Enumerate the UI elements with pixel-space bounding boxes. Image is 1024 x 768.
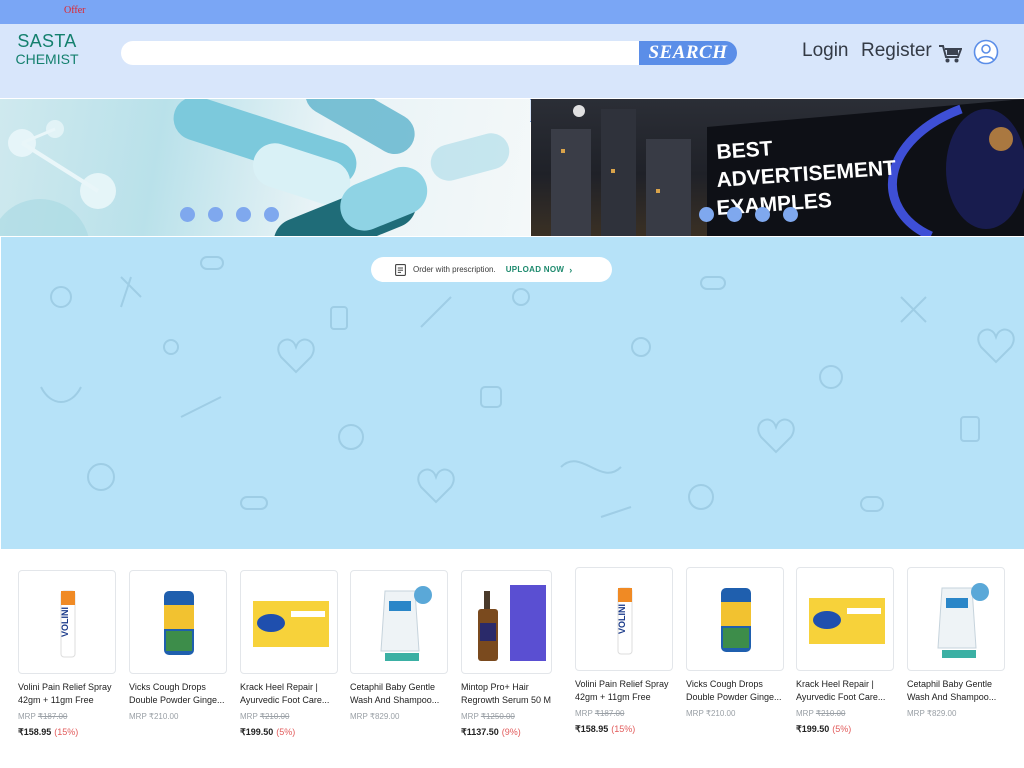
login-link[interactable]: Login [802, 40, 849, 62]
svg-text:VOLINI: VOLINI [60, 607, 70, 637]
product-price: ₹158.95 (15%) [575, 724, 636, 734]
top-offer-bar: Offer [0, 0, 1024, 24]
register-link[interactable]: Register [861, 40, 932, 62]
product-price: ₹1137.50 (9%) [461, 727, 521, 737]
offer-link[interactable]: Offer [64, 5, 85, 16]
product-name: Mintop Pro+ Hair Regrowth Serum 50 M [461, 682, 552, 705]
product-name: Cetaphil Baby Gentle Wash And Shampoo... [350, 682, 440, 705]
search-button[interactable]: SEARCH [639, 41, 737, 65]
carousel-dot[interactable] [208, 207, 223, 222]
product-price: ₹199.50 (5%) [240, 727, 296, 737]
product-name: Volini Pain Relief Spray 42gm + 11gm Fre… [575, 679, 669, 702]
product-mrp: MRP ₹210.00 [129, 712, 179, 721]
product-image-cetaphil [907, 567, 1005, 671]
product-price: ₹158.95 (15%) [18, 727, 79, 737]
carousel-dot[interactable] [727, 207, 742, 222]
product-image-vicks [129, 570, 227, 674]
banner-pills[interactable] [0, 99, 530, 236]
product-image-volini: VOLINI [18, 570, 116, 674]
carousel-dot[interactable] [783, 207, 798, 222]
carousel-dots-right [699, 207, 798, 222]
product-image-mintop [461, 570, 552, 674]
product-mrp: MRP ₹829.00 [350, 712, 400, 721]
carousel-dot[interactable] [236, 207, 251, 222]
carousel-dot[interactable] [264, 207, 279, 222]
svg-text:VOLINI: VOLINI [617, 604, 627, 634]
logo-line-2: CHEMIST [15, 51, 79, 67]
product-mrp: MRP ₹210.00 [240, 712, 290, 721]
search-input[interactable] [121, 41, 641, 65]
product-mrp: MRP ₹1250.00 [461, 712, 515, 721]
product-price: ₹199.50 (5%) [796, 724, 852, 734]
carousel-dot[interactable] [180, 207, 195, 222]
product-mrp: MRP ₹210.00 [796, 709, 846, 718]
product-name: Volini Pain Relief Spray 42gm + 11gm Fre… [18, 682, 112, 705]
carousel-dot[interactable] [755, 207, 770, 222]
product-image-vicks [686, 567, 784, 671]
product-name: Krack Heel Repair | Ayurvedic Foot Care.… [240, 682, 330, 705]
product-name: Vicks Cough Drops Double Powder Ginge... [686, 679, 782, 702]
upload-now-label: UPLOAD NOW [505, 265, 565, 274]
prescription-panel: Order with prescription. UPLOAD NOW › [1, 237, 1024, 549]
document-icon [395, 263, 406, 276]
product-name: Cetaphil Baby Gentle Wash And Shampoo... [907, 679, 997, 702]
product-name: Krack Heel Repair | Ayurvedic Foot Care.… [796, 679, 886, 702]
product-mrp: MRP ₹210.00 [686, 709, 736, 718]
product-mrp: MRP ₹187.00 [18, 712, 68, 721]
prescription-text: Order with prescription. [413, 265, 496, 274]
product-mrp: MRP ₹829.00 [907, 709, 957, 718]
site-logo[interactable]: SASTA CHEMIST [14, 32, 80, 68]
product-image-volini: VOLINI [575, 567, 673, 671]
product-mrp: MRP ₹187.00 [575, 709, 625, 718]
chevron-right-icon: › [569, 264, 573, 275]
logo-line-1: SASTA [17, 31, 77, 51]
upload-prescription-button[interactable]: Order with prescription. UPLOAD NOW › [371, 257, 612, 282]
carousel-dot[interactable] [699, 207, 714, 222]
user-icon[interactable] [973, 39, 999, 65]
product-carousel-left: VOLINI Volini Pain Relief Spray 42gm + 1… [0, 556, 552, 768]
carousel-dots-left [180, 207, 279, 222]
banner-advertisement[interactable]: BEST ADVERTISEMENT EXAMPLES [531, 99, 1024, 236]
product-carousel-right: VOLINI Volini Pain Relief Spray 42gm + 1… [565, 556, 1024, 768]
site-header: SASTA CHEMIST SEARCH Login Register [0, 24, 1024, 122]
product-image-cetaphil [350, 570, 448, 674]
medical-pattern-background [40, 256, 1015, 518]
product-name: Vicks Cough Drops Double Powder Ginge... [129, 682, 225, 705]
product-image-krack [240, 570, 338, 674]
cart-icon[interactable] [938, 42, 962, 64]
billboard-line-1: BEST [716, 137, 774, 164]
product-image-krack [796, 567, 894, 671]
